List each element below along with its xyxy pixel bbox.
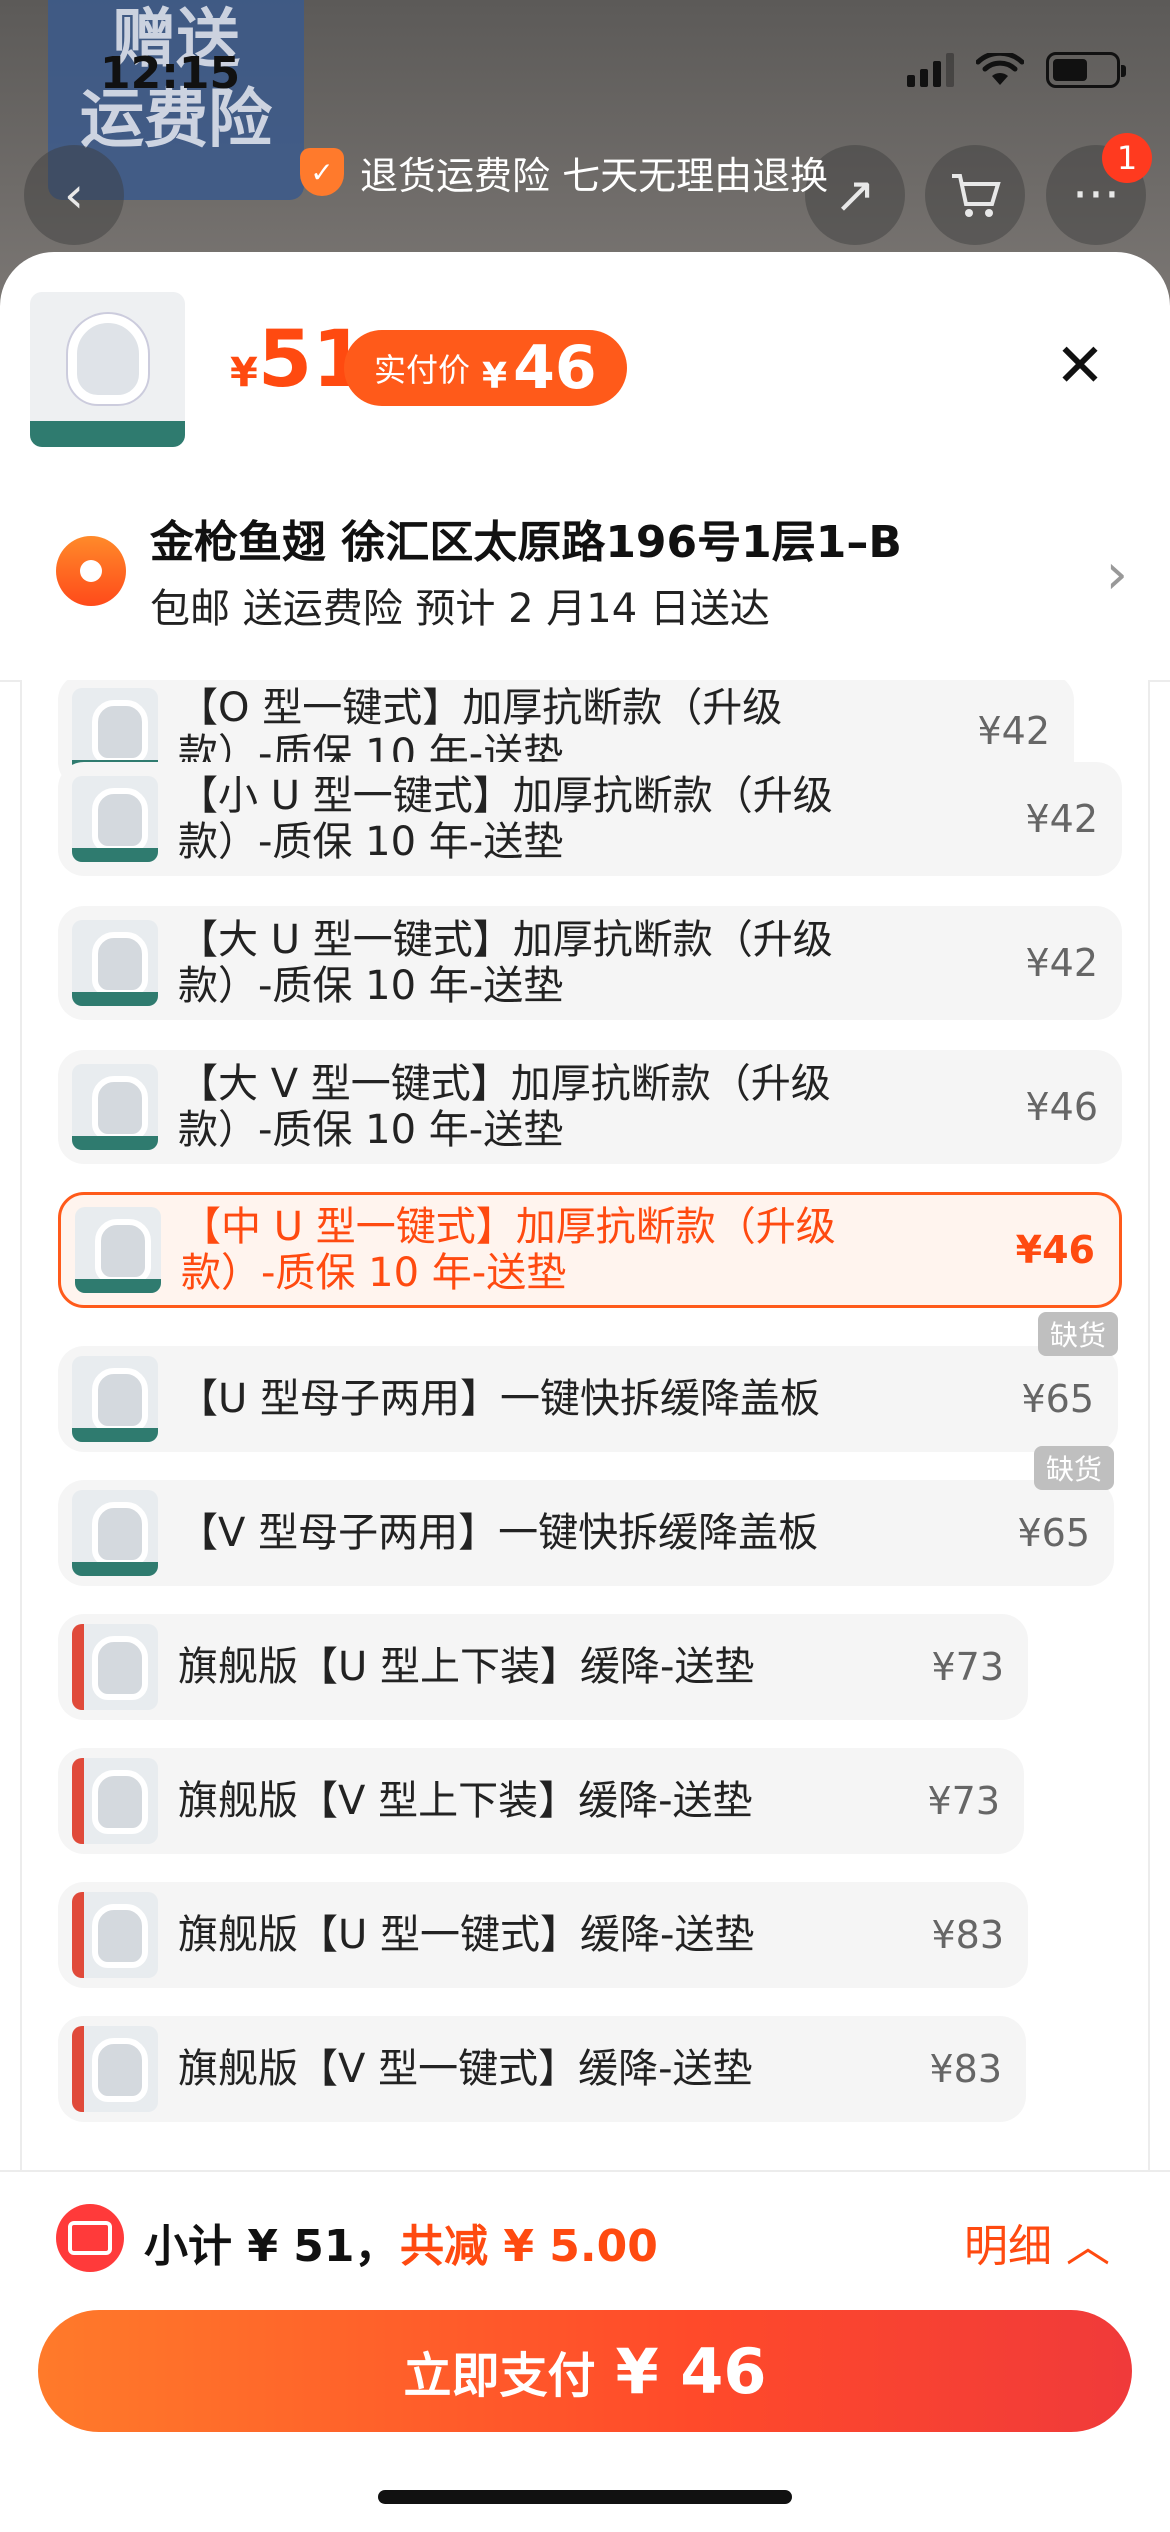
sku-option-label: 旗舰版【U 型一键式】缓降-送垫 [178, 1912, 755, 1958]
sku-option-price: ¥65 [1021, 1377, 1094, 1421]
sku-thumbnail [72, 1624, 158, 1710]
sku-thumbnail [72, 1758, 158, 1844]
battery-icon [1046, 52, 1126, 88]
chevron-right-icon: › [1105, 542, 1128, 607]
chevron-left-icon: ‹ [64, 166, 84, 224]
sku-option[interactable]: 旗舰版【U 型上下装】缓降-送垫 ¥73 [58, 1614, 1028, 1720]
sku-option-label: 旗舰版【V 型上下装】缓降-送垫 [178, 1778, 753, 1824]
sku-option-price: ¥42 [977, 709, 1050, 753]
sku-option-price: ¥73 [931, 1645, 1004, 1689]
sku-option[interactable]: 旗舰版【V 型上下装】缓降-送垫 ¥73 [58, 1748, 1024, 1854]
sku-option-price: ¥42 [1025, 941, 1098, 985]
sku-option-label: 【中 U 型一键式】加厚抗断款（升级 款）-质保 10 年-送垫 [181, 1204, 836, 1296]
sku-option-label: 【U 型母子两用】一键快拆缓降盖板 [178, 1376, 820, 1422]
sku-option-label: 【大 U 型一键式】加厚抗断款（升级 款）-质保 10 年-送垫 [178, 917, 833, 1009]
sku-thumbnail [72, 776, 158, 862]
real-price-value: 46 [513, 333, 597, 403]
notice-text: 退货运费险 七天无理由退换 [360, 153, 829, 198]
home-indicator[interactable] [378, 2490, 792, 2504]
wifi-icon [976, 53, 1024, 85]
sku-option-price: ¥73 [927, 1779, 1000, 1823]
return-insurance-notice: ✓ 退货运费险 七天无理由退换 [300, 145, 828, 199]
sku-option-label: 【小 U 型一键式】加厚抗断款（升级 款）-质保 10 年-送垫 [178, 773, 833, 865]
sku-option-label: 【大 V 型一键式】加厚抗断款（升级 款）-质保 10 年-送垫 [178, 1061, 831, 1153]
share-icon: ↗ [834, 166, 876, 224]
real-price-symbol: ¥ [482, 356, 508, 397]
location-pin-icon [56, 536, 126, 606]
sku-thumbnail [72, 920, 158, 1006]
out-of-stock-badge: 缺货 [1033, 1446, 1114, 1490]
sku-option[interactable]: 旗舰版【V 型一键式】缓降-送垫 ¥83 [58, 2016, 1026, 2122]
sku-option-label: 旗舰版【U 型上下装】缓降-送垫 [178, 1644, 755, 1690]
sku-option-price: ¥46 [1015, 1228, 1095, 1272]
sku-thumbnail [72, 1064, 158, 1150]
cart-button[interactable] [925, 145, 1025, 245]
sku-option[interactable]: 【大 U 型一键式】加厚抗断款（升级 款）-质保 10 年-送垫 ¥42 [58, 906, 1122, 1020]
product-thumbnail[interactable] [30, 292, 185, 447]
price-symbol: ¥ [230, 350, 258, 396]
sku-option-label: 【V 型母子两用】一键快拆缓降盖板 [178, 1510, 819, 1556]
sku-thumbnail [75, 1207, 161, 1293]
pay-now-label: 立即支付 [403, 2348, 596, 2404]
more-button[interactable]: ··· 1 [1046, 133, 1152, 245]
shipping-info: 包邮 送运费险 预计 2 月14 日送达 [150, 586, 770, 632]
sku-option-price: ¥46 [1025, 1085, 1098, 1129]
close-icon[interactable]: ✕ [1050, 336, 1110, 396]
out-of-stock-badge: 缺货 [1037, 1312, 1118, 1356]
cellular-signal-icon [907, 53, 954, 87]
sku-option-out-of-stock[interactable]: 缺货 【U 型母子两用】一键快拆缓降盖板 ¥65 [58, 1312, 1118, 1452]
real-price-pill: 实付价 ¥46 [344, 330, 627, 406]
discount-text: 共减 ¥ 5.00 [400, 2221, 658, 2272]
sku-option-price: ¥42 [1025, 797, 1098, 841]
sku-option-price: ¥83 [929, 2047, 1002, 2091]
sku-option-label: 旗舰版【V 型一键式】缓降-送垫 [178, 2046, 753, 2092]
status-icons [907, 52, 1126, 88]
sku-thumbnail [72, 1892, 158, 1978]
sku-option[interactable]: 【小 U 型一键式】加厚抗断款（升级 款）-质保 10 年-送垫 ¥42 [58, 762, 1122, 876]
notification-badge: 1 [1102, 133, 1152, 183]
product-header: ¥51 实付价 ¥46 ✕ [30, 292, 1140, 452]
sku-option-selected[interactable]: 【中 U 型一键式】加厚抗断款（升级 款）-质保 10 年-送垫 ¥46 [58, 1192, 1122, 1308]
sku-option-price: ¥65 [1017, 1511, 1090, 1555]
delivery-address[interactable]: 金枪鱼翅 徐汇区太原路196号1层1–B 包邮 送运费险 预计 2 月14 日送… [30, 492, 1140, 652]
checkout-bar: 小计 ¥ 51， 共减 ¥ 5.00 明细 ︿ 立即支付 ¥ 46 [0, 2170, 1170, 2532]
sku-option-out-of-stock[interactable]: 缺货 【V 型母子两用】一键快拆缓降盖板 ¥65 [58, 1446, 1114, 1586]
status-time: 12:15 [100, 48, 241, 99]
address-text: 金枪鱼翅 徐汇区太原路196号1层1–B [150, 517, 902, 568]
sku-option-list[interactable]: 【O 型一键式】加厚抗断款（升级 款）-质保 10 年-送垫 ¥42 【小 U 型… [20, 680, 1150, 2170]
sku-option[interactable]: 旗舰版【U 型一键式】缓降-送垫 ¥83 [58, 1882, 1028, 1988]
status-bar: 12:15 [0, 0, 1170, 140]
back-button[interactable]: ‹ [24, 145, 124, 245]
sku-thumbnail [72, 2026, 158, 2112]
coupon-icon [56, 2204, 124, 2272]
pay-now-button[interactable]: 立即支付 ¥ 46 [38, 2310, 1132, 2432]
real-price-label: 实付价 [374, 351, 471, 389]
sku-thumbnail [72, 1490, 158, 1576]
sku-option[interactable]: 【大 V 型一键式】加厚抗断款（升级 款）-质保 10 年-送垫 ¥46 [58, 1050, 1122, 1164]
sku-thumbnail [72, 1356, 158, 1442]
detail-toggle[interactable]: 明细 ︿ [964, 2210, 1110, 2274]
shield-check-icon: ✓ [300, 148, 344, 196]
cart-icon [952, 174, 1001, 217]
pay-now-amount: ¥ 46 [615, 2334, 767, 2408]
sku-option-price: ¥83 [931, 1913, 1004, 1957]
subtotal-text: 小计 ¥ 51， [144, 2221, 399, 2272]
